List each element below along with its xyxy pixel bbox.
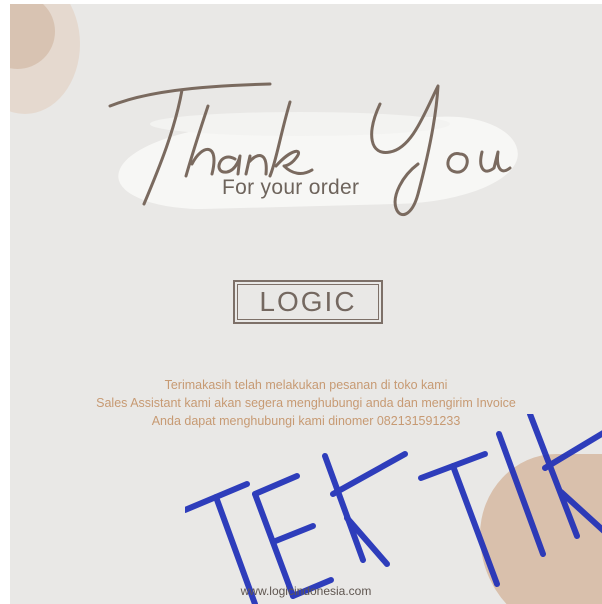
website-url: www.logicindonesia.com	[240, 584, 372, 598]
message-line: Sales Assistant kami akan segera menghub…	[96, 396, 516, 410]
message-line: Terimakasih telah melakukan pesanan di t…	[164, 378, 448, 392]
thank-you-card: For your order LOGIC Terimakasih telah m…	[10, 4, 602, 604]
subtitle-for-your-order: For your order	[222, 176, 360, 199]
logo-text: LOGIC	[259, 286, 357, 317]
logic-logo: LOGIC	[233, 280, 383, 324]
watermark-overlay	[185, 414, 602, 604]
